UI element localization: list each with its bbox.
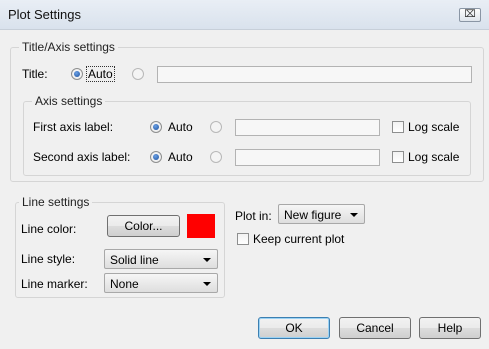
title-bar: Plot Settings ⌧ bbox=[0, 0, 489, 30]
keep-current-plot-label[interactable]: Keep current plot bbox=[253, 232, 344, 246]
title-axis-legend: Title/Axis settings bbox=[19, 40, 118, 54]
cancel-button[interactable]: Cancel bbox=[339, 317, 411, 339]
plot-in-value: New figure bbox=[284, 208, 342, 222]
title-input[interactable] bbox=[157, 66, 472, 83]
first-axis-custom-radio[interactable] bbox=[210, 121, 222, 133]
line-color-label: Line color: bbox=[21, 222, 77, 236]
first-axis-auto-radio[interactable] bbox=[150, 121, 162, 133]
line-color-swatch[interactable] bbox=[187, 214, 215, 238]
second-axis-label: Second axis label: bbox=[33, 150, 131, 164]
second-axis-log-label[interactable]: Log scale bbox=[408, 150, 459, 164]
line-style-value: Solid line bbox=[110, 253, 159, 267]
line-style-label: Line style: bbox=[21, 252, 76, 266]
first-axis-log-checkbox[interactable] bbox=[392, 121, 404, 133]
line-settings-legend: Line settings bbox=[19, 195, 93, 209]
help-button[interactable]: Help bbox=[419, 317, 481, 339]
close-icon: ⌧ bbox=[464, 9, 476, 20]
axis-legend: Axis settings bbox=[32, 94, 106, 108]
first-axis-label: First axis label: bbox=[33, 120, 114, 134]
close-button[interactable]: ⌧ bbox=[459, 8, 481, 22]
first-axis-log-label[interactable]: Log scale bbox=[408, 120, 459, 134]
first-axis-auto-label[interactable]: Auto bbox=[168, 120, 193, 134]
title-auto-label[interactable]: Auto bbox=[86, 66, 115, 82]
color-button[interactable]: Color... bbox=[107, 215, 180, 237]
chevron-down-icon bbox=[350, 213, 358, 217]
line-marker-label: Line marker: bbox=[21, 277, 88, 291]
second-axis-input[interactable] bbox=[235, 149, 380, 166]
ok-button[interactable]: OK bbox=[258, 317, 330, 339]
line-marker-value: None bbox=[110, 277, 139, 291]
line-style-select[interactable]: Solid line bbox=[104, 249, 218, 269]
plot-in-select[interactable]: New figure bbox=[278, 204, 365, 224]
keep-current-plot-checkbox[interactable] bbox=[237, 233, 249, 245]
second-axis-auto-label[interactable]: Auto bbox=[168, 150, 193, 164]
title-label: Title: bbox=[22, 67, 48, 81]
plot-in-label: Plot in: bbox=[235, 209, 272, 223]
line-marker-select[interactable]: None bbox=[104, 273, 218, 293]
second-axis-log-checkbox[interactable] bbox=[392, 151, 404, 163]
title-auto-radio[interactable] bbox=[71, 68, 83, 80]
first-axis-input[interactable] bbox=[235, 119, 380, 136]
title-custom-radio[interactable] bbox=[132, 68, 144, 80]
window-title: Plot Settings bbox=[8, 7, 81, 22]
chevron-down-icon bbox=[203, 282, 211, 286]
second-axis-custom-radio[interactable] bbox=[210, 151, 222, 163]
chevron-down-icon bbox=[203, 258, 211, 262]
second-axis-auto-radio[interactable] bbox=[150, 151, 162, 163]
